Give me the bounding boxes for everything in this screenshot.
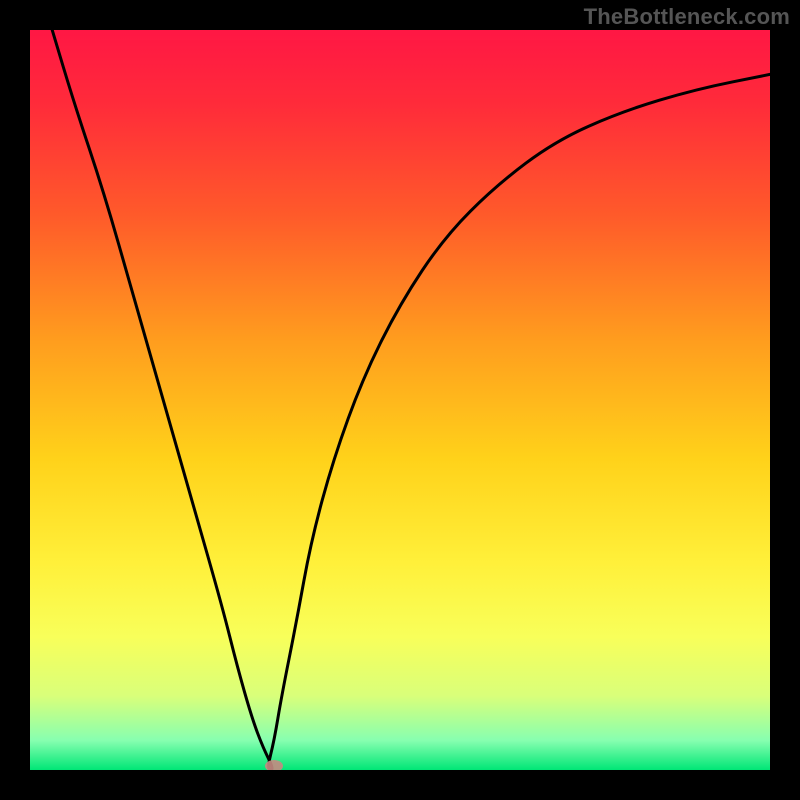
bottleneck-curve <box>30 30 770 770</box>
chart-frame: TheBottleneck.com <box>0 0 800 800</box>
plot-area <box>30 30 770 770</box>
optimal-point-marker <box>265 760 283 770</box>
watermark-text: TheBottleneck.com <box>584 4 790 30</box>
